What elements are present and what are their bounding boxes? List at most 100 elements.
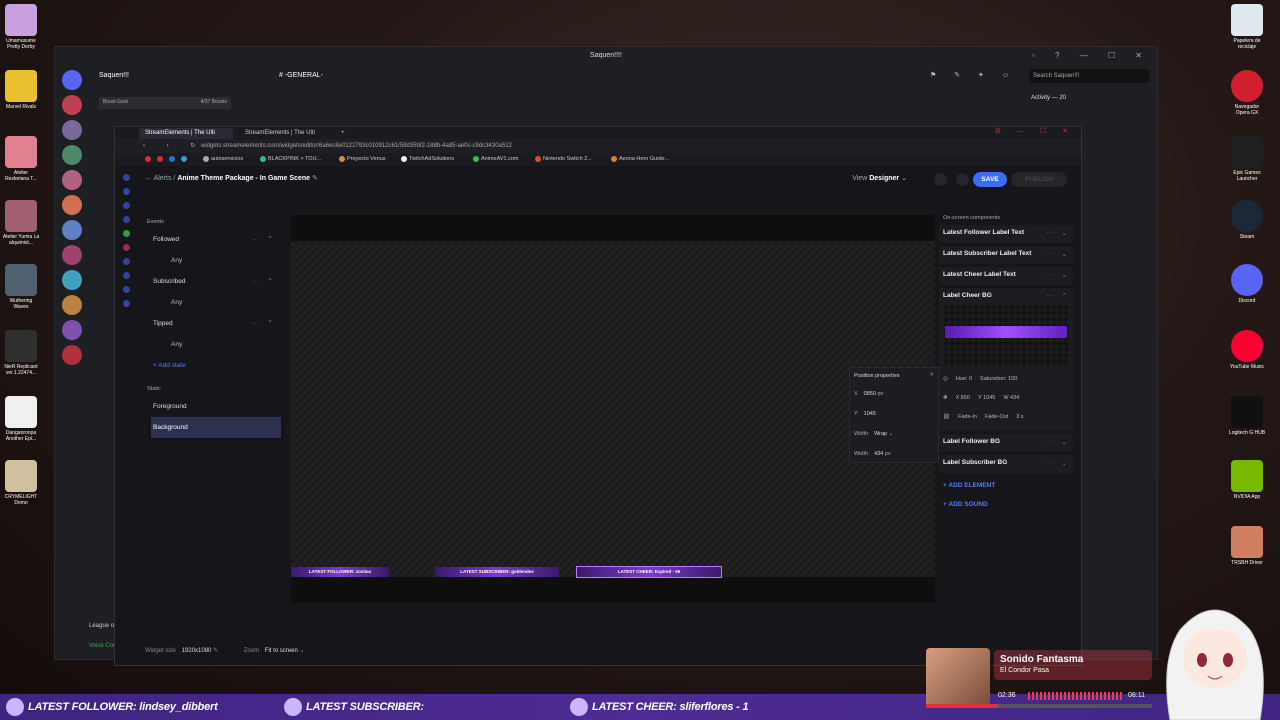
server-icon[interactable] [62, 345, 82, 365]
bookmark-item[interactable] [157, 153, 165, 166]
chevron-up-icon[interactable]: ⌃ [268, 271, 273, 292]
event-subscribed[interactable]: Subscribed ··· ⌃ [141, 271, 281, 292]
window-controls[interactable]: ▫ ? — ☐ ✕ [1032, 47, 1151, 65]
desktop-icon-trsbh-driver[interactable]: TRSBH Driver [1228, 526, 1266, 566]
more-icon[interactable]: ··· [253, 229, 260, 250]
desktop-icon-steam[interactable]: Steam [1228, 200, 1266, 240]
bookmark-item[interactable]: Aeona Hero Guide... [611, 153, 669, 166]
more-icon[interactable]: ··· [1047, 271, 1054, 278]
event-followed[interactable]: Followed ··· ⌃ [141, 229, 281, 250]
close-icon[interactable]: ✕ [929, 372, 934, 378]
color-props[interactable]: ◎ Hue: 0 Saturation: 100 [943, 370, 1069, 389]
chevron-up-icon[interactable]: ⌃ [1062, 292, 1067, 300]
add-state-button[interactable]: + Add state [141, 355, 281, 376]
desktop-icon-atelier-yumia[interactable]: Atelier Yumia La alquimist... [2, 200, 40, 246]
more-icon[interactable]: ··· [253, 313, 260, 334]
desktop-icon-crymelight[interactable]: CRYMELIGHT Demo [2, 460, 40, 506]
component-latest-cheer-label[interactable]: Latest Cheer Label Text ··· ⌄ [939, 267, 1073, 285]
rail-icon[interactable] [122, 286, 130, 293]
width-field[interactable]: Width 434 px [850, 444, 938, 464]
server-icon[interactable] [62, 95, 82, 115]
chevron-down-icon[interactable]: ⌄ [1062, 250, 1067, 258]
component-latest-subscriber-label[interactable]: Latest Subscriber Label Text ··· ⌄ [939, 246, 1073, 264]
zoom-select[interactable]: Fit to screen [265, 648, 298, 654]
desktop-icon-marvel-rivals[interactable]: Marvel Rivals [2, 70, 40, 110]
static-background[interactable]: Background [151, 417, 281, 438]
server-icon[interactable] [62, 120, 82, 140]
server-icon[interactable] [62, 270, 82, 290]
desktop-icon-discord[interactable]: Discord [1228, 264, 1266, 304]
label-follower-bg[interactable]: LATEST FOLLOWER: zovitax [291, 567, 389, 577]
label-cheer-bg[interactable]: LATEST CHEER: Expired - 95 [576, 566, 722, 578]
browser-tab[interactable]: StreamElements | The Ulti [239, 128, 333, 139]
undo-button[interactable] [934, 173, 947, 186]
width-mode-select[interactable]: Width Wrap ⌄ [850, 424, 938, 444]
event-tipped[interactable]: Tipped ··· ⌃ [141, 313, 281, 334]
url-input[interactable]: widgets.streamelements.com/widgets/edito… [201, 139, 512, 153]
publish-button[interactable]: PUBLISH [1011, 172, 1067, 187]
edit-icon[interactable]: ✎ [213, 648, 218, 654]
chevron-down-icon[interactable]: ⌄ [1062, 229, 1067, 237]
new-tab-button[interactable]: + [335, 128, 347, 139]
bookmark-item[interactable]: Proyecto Venus [339, 153, 386, 166]
component-label-subscriber-bg[interactable]: Label Subscriber BG ··· ⌄ [939, 455, 1073, 473]
header-icons[interactable]: ⚑ ✎ ✦ ☺ [930, 65, 1017, 87]
rail-icon[interactable] [122, 300, 130, 307]
chevron-down-icon[interactable]: ⌄ [1062, 459, 1067, 467]
bookmark-item[interactable] [181, 153, 189, 166]
save-button[interactable]: SAVE [973, 172, 1007, 187]
bookmark-item[interactable]: BLACKPINK > TOU... [260, 153, 321, 166]
desktop-icon-atelier-resleriana[interactable]: Atelier Resleriana T... [2, 136, 40, 182]
event-state[interactable]: Any [141, 334, 281, 355]
more-icon[interactable]: ··· [1047, 250, 1054, 257]
position-props[interactable]: ✥ X 850 Y 1045 W 434 [943, 389, 1069, 408]
search-input[interactable]: Search Saquen!!! [1029, 69, 1149, 83]
bookmark-item[interactable]: AnimeAV1.com [473, 153, 519, 166]
bookmark-item[interactable]: Nintendo Switch 2... [535, 153, 592, 166]
bookmark-item[interactable] [169, 153, 177, 166]
rail-icon[interactable] [122, 174, 130, 181]
desktop-icon-epic-games[interactable]: Epic Games Launcher [1228, 136, 1266, 182]
redo-button[interactable] [956, 173, 969, 186]
window-controls[interactable]: ⚙ — ☐ ✕ [995, 127, 1075, 135]
more-icon[interactable]: ··· [1047, 459, 1054, 466]
add-element-button[interactable]: + ADD ELEMENT [939, 476, 1073, 495]
add-sound-button[interactable]: + ADD SOUND [939, 495, 1073, 514]
rail-icon[interactable] [122, 244, 130, 251]
server-icon[interactable] [62, 245, 82, 265]
desktop-icon-youtube-music[interactable]: YouTube Music [1228, 330, 1266, 370]
edit-title-icon[interactable]: ✎ [312, 175, 318, 182]
chevron-down-icon[interactable]: ⌄ [1062, 438, 1067, 446]
desktop-icon-nvidia-app[interactable]: NVIDIA App [1228, 460, 1266, 500]
rail-icon[interactable] [122, 202, 130, 209]
rail-icon[interactable] [122, 216, 130, 223]
bookmark-item[interactable] [145, 153, 153, 166]
position-y-field[interactable]: Y 1045 [850, 404, 938, 424]
more-icon[interactable]: ··· [1047, 438, 1054, 445]
chevron-down-icon[interactable]: ⌄ [1062, 271, 1067, 279]
server-icon[interactable] [62, 195, 82, 215]
desktop-icon-umamusume[interactable]: Umamusume Pretty Derby [2, 4, 40, 50]
static-foreground[interactable]: Foreground [151, 396, 281, 417]
server-name[interactable]: Saquen!!! [99, 72, 129, 79]
back-icon[interactable]: ← [145, 175, 152, 182]
more-icon[interactable]: ··· [253, 271, 260, 292]
server-icon[interactable] [62, 220, 82, 240]
desktop-icon-nier[interactable]: NieR Replicant ver.1.22474... [2, 330, 40, 376]
server-icon[interactable] [62, 70, 82, 90]
rail-icon[interactable] [122, 272, 130, 279]
label-subscriber-bg[interactable]: LATEST SUBSCRIBER: goldendee [435, 567, 559, 577]
desktop-icon-danganronpa[interactable]: Danganronpa Another Epi... [2, 396, 40, 442]
event-state[interactable]: Any [141, 292, 281, 313]
server-icon[interactable] [62, 170, 82, 190]
component-latest-follower-label[interactable]: Latest Follower Label Text ··· ⌄ [939, 225, 1073, 243]
rail-icon[interactable] [122, 230, 130, 237]
activity-header[interactable]: Activity — 20 [1031, 95, 1151, 101]
server-icon[interactable] [62, 295, 82, 315]
browser-tab-active[interactable]: StreamElements | The Ulti [139, 128, 233, 139]
chevron-up-icon[interactable]: ⌃ [268, 229, 273, 250]
animation-props[interactable]: ⛓ Fade-In Fade-Out 3 s [943, 408, 1069, 427]
more-icon[interactable]: ··· [1047, 229, 1054, 236]
rail-icon[interactable] [122, 258, 130, 265]
desktop-icon-wuthering-waves[interactable]: Wuthering Waves [2, 264, 40, 310]
